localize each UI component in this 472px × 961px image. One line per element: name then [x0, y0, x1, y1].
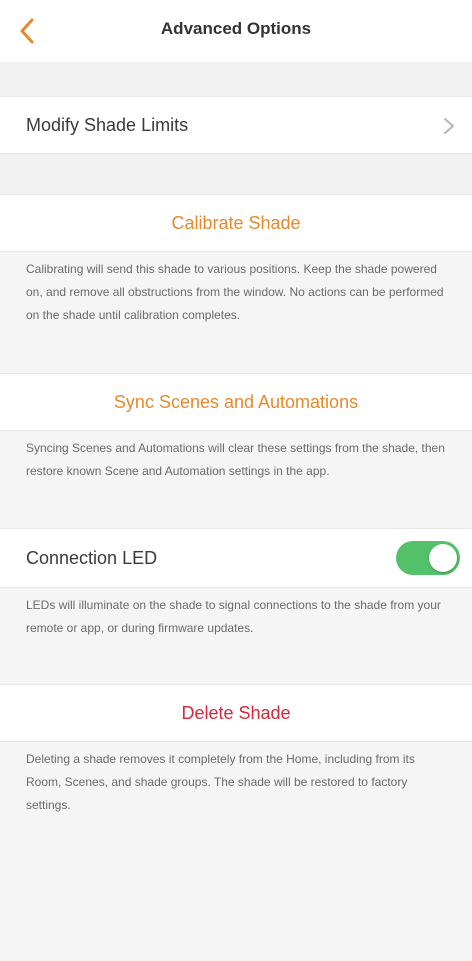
- delete-shade-label: Delete Shade: [181, 703, 291, 723]
- delete-shade-description: Deleting a shade removes it completely f…: [26, 752, 415, 812]
- sync-scenes-button[interactable]: Sync Scenes and Automations: [0, 373, 472, 431]
- section-spacer: [0, 62, 472, 96]
- modify-shade-limits-row[interactable]: Modify Shade Limits: [0, 96, 472, 154]
- connection-led-label: Connection LED: [26, 548, 158, 568]
- delete-shade-button[interactable]: Delete Shade: [0, 684, 472, 742]
- sync-scenes-label: Sync Scenes and Automations: [113, 392, 359, 412]
- connection-led-description: LEDs will illuminate on the shade to sig…: [26, 598, 441, 635]
- page-title: Advanced Options: [160, 19, 312, 38]
- calibrate-shade-description: Calibrating will send this shade to vari…: [26, 262, 444, 322]
- chevron-right-icon: [444, 118, 454, 134]
- toggle-knob: [429, 544, 457, 572]
- calibrate-shade-button[interactable]: Calibrate Shade: [0, 194, 472, 252]
- section-spacer: [0, 154, 472, 194]
- connection-led-toggle[interactable]: [396, 541, 460, 575]
- calibrate-shade-label: Calibrate Shade: [171, 213, 301, 233]
- connection-led-row: Connection LED: [0, 528, 472, 588]
- modify-shade-limits-label: Modify Shade Limits: [26, 115, 189, 135]
- sync-scenes-description: Syncing Scenes and Automations will clea…: [26, 441, 445, 478]
- navigation-bar: Advanced Options: [0, 0, 472, 62]
